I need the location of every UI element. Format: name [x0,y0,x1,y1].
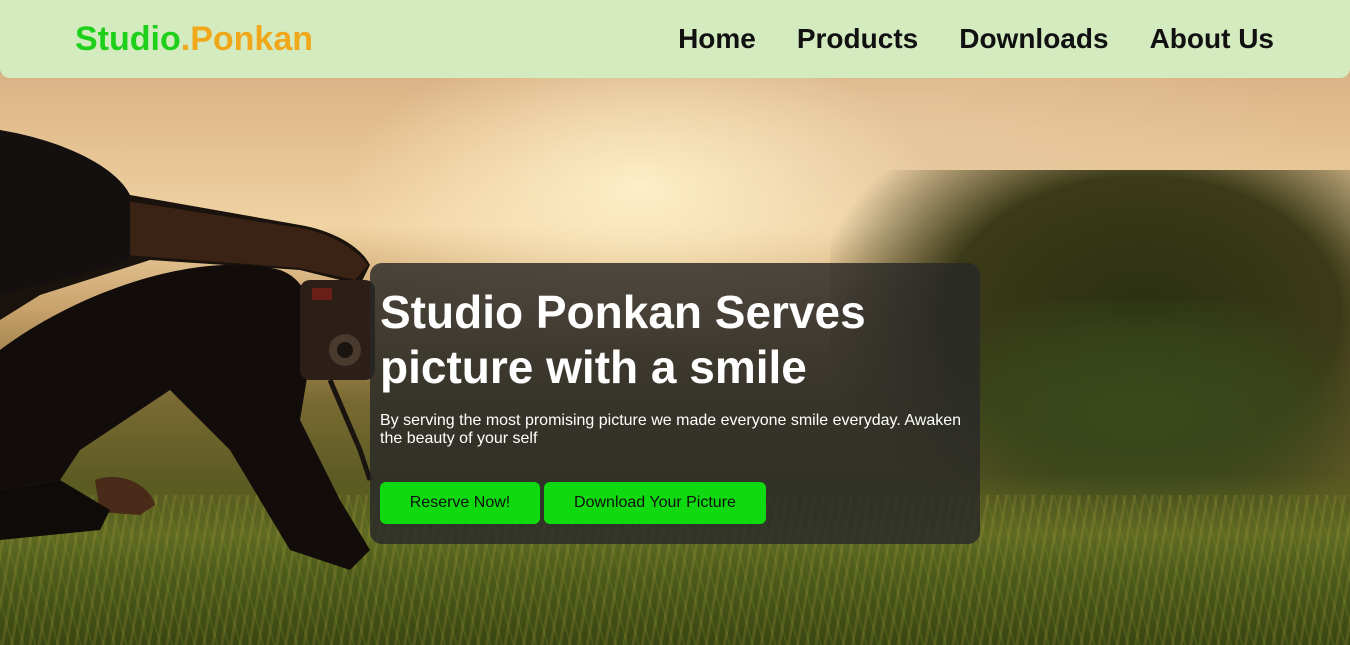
photographer-silhouette-image [0,130,375,570]
hero-card: Studio Ponkan Serves picture with a smil… [370,263,980,544]
nav-link-products[interactable]: Products [797,23,918,55]
reserve-now-button[interactable]: Reserve Now! [380,482,540,524]
main-nav: Home Products Downloads About Us [678,23,1274,55]
brand-name-part1: Studio [75,19,181,58]
download-picture-button[interactable]: Download Your Picture [544,482,766,524]
nav-link-home[interactable]: Home [678,23,756,55]
hero-actions: Reserve Now! Download Your Picture [380,482,766,524]
hero-title: Studio Ponkan Serves picture with a smil… [380,286,866,393]
hero-section: Studio .Ponkan Home Products Downloads A… [0,0,1350,645]
brand-logo[interactable]: Studio .Ponkan [75,20,313,59]
hero-description: By serving the most promising picture we… [380,412,962,447]
nav-link-about-us[interactable]: About Us [1150,23,1274,55]
brand-name-part2: .Ponkan [180,19,314,58]
top-navbar: Studio .Ponkan Home Products Downloads A… [0,0,1350,78]
nav-link-downloads[interactable]: Downloads [959,23,1108,55]
